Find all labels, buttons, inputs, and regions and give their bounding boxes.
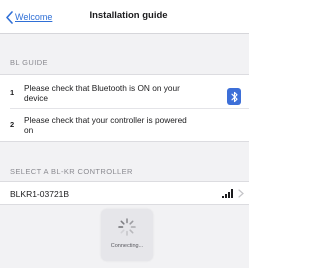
bluetooth-icon bbox=[227, 88, 241, 105]
signal-strength-icon bbox=[222, 189, 233, 198]
controller-item[interactable]: BLKR1-03721B bbox=[0, 181, 249, 205]
step-number: 1 bbox=[10, 88, 15, 97]
step-number: 2 bbox=[10, 120, 15, 129]
guide-section-header: BL GUIDE bbox=[10, 58, 48, 67]
navigation-bar: Welcome Installation guide bbox=[0, 0, 249, 34]
spinner-icon bbox=[118, 218, 136, 236]
step-text: Please check that your controller is pow… bbox=[24, 115, 187, 135]
controller-section-header: SELECT A BL-KR CONTROLLER bbox=[10, 167, 133, 176]
connecting-indicator: Connecting... bbox=[101, 209, 153, 261]
chevron-right-icon bbox=[238, 189, 244, 198]
screen: Welcome Installation guide BL GUIDE 1 Pl… bbox=[0, 0, 249, 268]
guide-step-2: 2 Please check that your controller is p… bbox=[0, 111, 249, 139]
step-text: Please check that Bluetooth is ON on you… bbox=[24, 83, 180, 103]
connecting-status-text: Connecting... bbox=[110, 243, 144, 249]
page-title: Installation guide bbox=[89, 10, 168, 21]
guide-list: 1 Please check that Bluetooth is ON on y… bbox=[0, 74, 249, 142]
controller-name: BLKR1-03721B bbox=[10, 189, 70, 199]
divider bbox=[10, 108, 249, 109]
guide-step-1: 1 Please check that Bluetooth is ON on y… bbox=[0, 81, 249, 107]
